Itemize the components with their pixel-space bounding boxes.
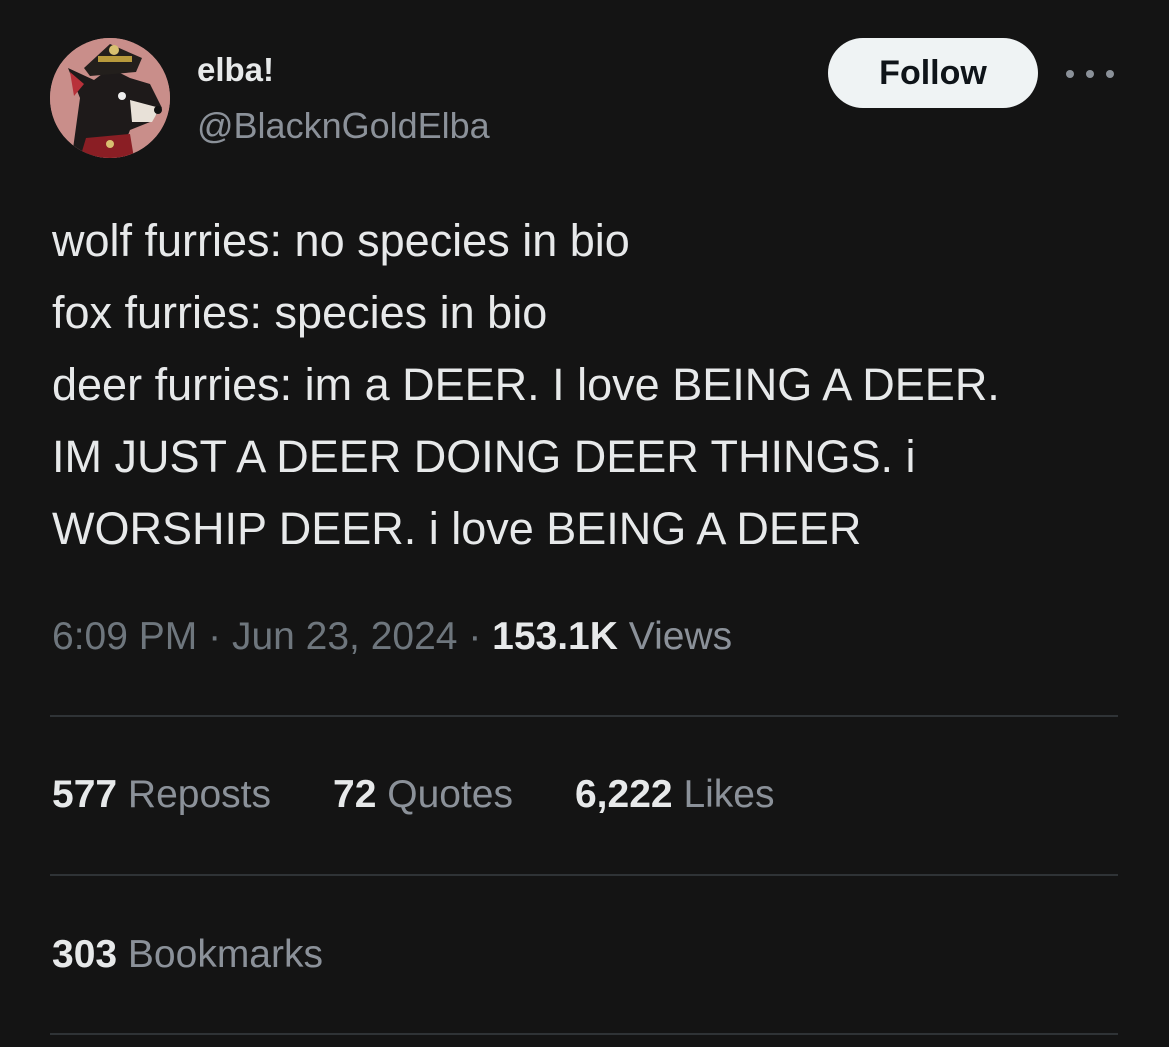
- reposts-count: 577: [52, 773, 118, 816]
- tweet-meta: 6:09 PM · Jun 23, 2024 · 153.1K Views: [52, 612, 732, 662]
- tweet-detail: elba! @BlacknGoldElba Follow wolf furrie…: [0, 0, 1169, 1047]
- divider: [50, 874, 1118, 876]
- likes-label: Likes: [683, 773, 775, 816]
- meta-separator: ·: [468, 615, 482, 658]
- views-count: 153.1K: [492, 615, 618, 658]
- more-dot: [1066, 70, 1074, 78]
- tweet-text-line: fox furries: species in bio: [52, 287, 548, 338]
- bookmarks-stat[interactable]: 303 Bookmarks: [52, 930, 323, 980]
- avatar[interactable]: [50, 38, 170, 158]
- divider: [50, 1033, 1118, 1035]
- bookmarks-count: 303: [52, 933, 118, 976]
- display-name[interactable]: elba!: [197, 50, 274, 90]
- user-handle[interactable]: @BlacknGoldElba: [197, 104, 490, 148]
- tweet-time[interactable]: 6:09 PM: [52, 615, 197, 658]
- quotes-count: 72: [333, 773, 377, 816]
- reposts-stat[interactable]: 577 Reposts: [52, 770, 271, 820]
- tweet-text-line: deer furries: im a DEER. I love BEING A …: [52, 359, 1000, 410]
- more-dot: [1086, 70, 1094, 78]
- follow-button[interactable]: Follow: [828, 38, 1038, 108]
- tweet-date[interactable]: Jun 23, 2024: [232, 615, 458, 658]
- bookmarks-label: Bookmarks: [127, 933, 323, 976]
- meta-separator: ·: [208, 615, 222, 658]
- tweet-text-line: WORSHIP DEER. i love BEING A DEER: [52, 503, 862, 554]
- reposts-label: Reposts: [127, 773, 271, 816]
- more-horizontal-icon[interactable]: [1066, 62, 1114, 86]
- quotes-stat[interactable]: 72 Quotes: [333, 770, 513, 820]
- likes-stat[interactable]: 6,222 Likes: [575, 770, 775, 820]
- divider: [50, 715, 1118, 717]
- tweet-text: wolf furries: no species in bio fox furr…: [52, 205, 1132, 565]
- engagement-stats: 577 Reposts 72 Quotes 6,222 Likes: [52, 770, 836, 820]
- likes-count: 6,222: [574, 773, 673, 816]
- quotes-label: Quotes: [387, 773, 513, 816]
- views-label: Views: [628, 615, 733, 658]
- tweet-text-line: IM JUST A DEER DOING DEER THINGS. i: [52, 431, 916, 482]
- tweet-text-line: wolf furries: no species in bio: [52, 215, 630, 266]
- more-dot: [1106, 70, 1114, 78]
- furry-wolf-avatar-icon: [50, 38, 170, 158]
